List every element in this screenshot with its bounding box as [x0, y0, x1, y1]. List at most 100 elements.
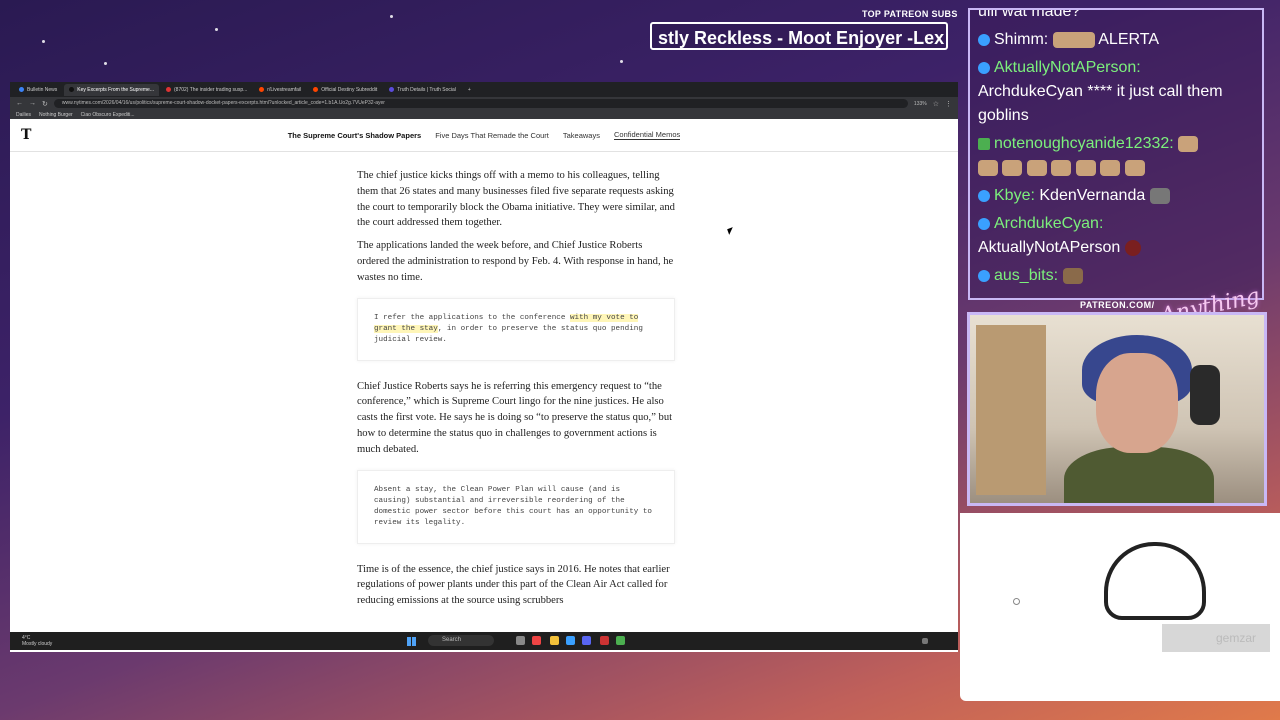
- tab-insider-trading[interactable]: (8702) The insider trading susp...: [161, 84, 252, 96]
- chat-username: Kbye:: [994, 187, 1035, 204]
- chat-username: aus_bits:: [994, 267, 1059, 284]
- streamer-shirt: [1064, 447, 1214, 503]
- bookmark-dailies[interactable]: Dailies: [16, 112, 31, 118]
- chat-username: AktuallyNotAPerson:: [994, 59, 1141, 76]
- obs-icon[interactable]: [600, 636, 609, 645]
- forward-icon[interactable]: →: [29, 100, 36, 107]
- emote-icon: [1062, 267, 1083, 284]
- favicon-icon: [313, 87, 319, 92]
- article-paragraph: Chief Justice Roberts says he is referri…: [357, 380, 673, 455]
- new-tab-button[interactable]: +: [463, 84, 476, 96]
- back-icon[interactable]: ←: [16, 100, 23, 107]
- chat-message: Kbye: KdenVernanda: [978, 184, 1254, 208]
- weather-widget[interactable]: 4°C Mostly cloudy: [22, 635, 52, 647]
- headset-icon: [1190, 365, 1220, 425]
- background-star: [104, 62, 107, 65]
- chat-badge-icon: [978, 189, 990, 202]
- address-bar-row: ← → ↻ www.nytimes.com/2026/04/16/us/poli…: [10, 97, 958, 110]
- browser-icon[interactable]: [532, 636, 541, 645]
- background-star: [215, 28, 218, 31]
- emote-icon: [1075, 159, 1096, 176]
- tray-chevron-icon[interactable]: [922, 638, 928, 644]
- windows-start-icon[interactable]: [407, 637, 416, 646]
- emote-icon: [1124, 239, 1141, 256]
- windows-taskbar: 4°C Mostly cloudy Search: [10, 632, 958, 650]
- discord-icon[interactable]: [582, 636, 591, 645]
- avatar-name-tag: gemzar: [1162, 624, 1270, 652]
- emote-icon: [1052, 31, 1095, 48]
- patreon-label: PATREON.COM/: [1080, 300, 1155, 310]
- chat-username: ArchdukeCyan:: [994, 215, 1104, 232]
- chat-badge-icon: [978, 217, 990, 230]
- streamer: [1064, 335, 1220, 503]
- chat-text: ArchdukeCyan **** it just call them gobl…: [978, 83, 1223, 124]
- nyt-section-nav: T The Supreme Court's Shadow Papers Five…: [10, 119, 958, 152]
- bookmarks-bar: Dailies Nothing Burger Ciao Obscuro Expe…: [10, 110, 958, 119]
- emote-icon: [1100, 159, 1121, 176]
- chat-text: AktuallyNotAPerson: [978, 239, 1121, 256]
- chat-badge-icon: [978, 137, 990, 150]
- chat-text: ALERTA: [1098, 31, 1160, 48]
- emote-icon: [1149, 187, 1170, 204]
- article-paragraph: The chief justice kicks things off with …: [357, 170, 675, 229]
- chat-message: Shimm: ALERTA: [978, 28, 1254, 52]
- chrome-icon[interactable]: [616, 636, 625, 645]
- nav-takeaways[interactable]: Takeaways: [563, 131, 600, 140]
- favicon-icon: [166, 87, 171, 92]
- file-explorer-icon[interactable]: [550, 636, 559, 645]
- small-circle-icon: [1013, 598, 1020, 605]
- top-patreon-label: TOP PATREON SUBS: [862, 9, 958, 19]
- emote-icon: [1124, 159, 1145, 176]
- task-view-icon[interactable]: [516, 636, 525, 645]
- emote-icon: [978, 159, 998, 176]
- patreon-ticker: stly Reckless - Moot Enjoyer -Lex: [650, 22, 948, 50]
- favicon-icon: [259, 87, 265, 92]
- extensions-icon[interactable]: ⋮: [945, 100, 952, 108]
- url-input[interactable]: www.nytimes.com/2026/04/16/us/politics/s…: [53, 99, 908, 108]
- tab-livestreamfail[interactable]: r/Livestreamfail: [254, 84, 306, 96]
- favicon-icon: [19, 87, 24, 92]
- memo-excerpt: Absent a stay, the Clean Power Plan will…: [357, 469, 675, 544]
- chat-badge-icon: [978, 33, 990, 46]
- nav-confidential-memos[interactable]: Confidential Memos: [613, 130, 681, 140]
- tab-destiny-subreddit[interactable]: Official Destiny Subreddit: [308, 84, 382, 96]
- chat-message: AktuallyNotAPerson: ArchdukeCyan **** it …: [978, 56, 1254, 128]
- chat-message: notenoughcyanide12332:: [978, 132, 1254, 180]
- tab-truth-social[interactable]: Truth Details | Truth Social: [384, 84, 461, 96]
- stream-chat: ulll wat made? Shimm: ALERTA AktuallyNot…: [968, 8, 1264, 300]
- emote-icon: [1178, 135, 1199, 152]
- app-icon[interactable]: [566, 636, 575, 645]
- bookmark-nothing-burger[interactable]: Nothing Burger: [39, 112, 73, 118]
- webcam-feed: [967, 312, 1267, 506]
- streamer-face: [1096, 353, 1178, 453]
- background-star: [390, 15, 393, 18]
- bookmark-ciao-obscuro[interactable]: Ciao Obscuro Expediti...: [81, 112, 135, 118]
- favicon-icon: [69, 87, 75, 92]
- zoom-indicator[interactable]: 133%: [914, 101, 927, 107]
- chat-username: Shimm:: [994, 31, 1049, 48]
- nav-series-title[interactable]: The Supreme Court's Shadow Papers: [288, 131, 421, 140]
- chat-message: ulll wat made?: [978, 8, 1081, 20]
- taskbar-search[interactable]: Search: [428, 635, 494, 646]
- chat-badge-icon: [978, 269, 990, 282]
- article-body: The chief justice kicks things off with …: [357, 168, 675, 616]
- tab-bulletin[interactable]: Bulletin News: [14, 84, 62, 96]
- favicon-icon: [389, 87, 395, 92]
- browser-window: Bulletin News Key Excerpts From the Supr…: [10, 82, 958, 652]
- bookmark-star-icon[interactable]: ☆: [933, 100, 939, 108]
- nyt-logo[interactable]: T: [21, 127, 31, 143]
- chat-message: ArchdukeCyan: AktuallyNotAPerson: [978, 212, 1254, 260]
- nav-five-days[interactable]: Five Days That Remade the Court: [435, 131, 549, 140]
- chat-text: KdenVernanda: [1039, 187, 1146, 204]
- emote-icon: [1051, 159, 1072, 176]
- chat-message: aus_bits:: [978, 264, 1254, 288]
- memo-excerpt: I refer the applications to the conferen…: [357, 297, 675, 361]
- chat-badge-icon: [978, 61, 990, 74]
- article-paragraph: Time is of the essence, the chief justic…: [357, 563, 670, 607]
- emote-icon: [1026, 159, 1047, 176]
- tab-nyt-excerpts[interactable]: Key Excerpts From the Supreme...: [64, 83, 159, 96]
- article-paragraph: The applications landed the week before,…: [357, 240, 674, 283]
- background-star: [42, 40, 45, 43]
- background-star: [620, 60, 623, 63]
- reload-icon[interactable]: ↻: [42, 100, 48, 108]
